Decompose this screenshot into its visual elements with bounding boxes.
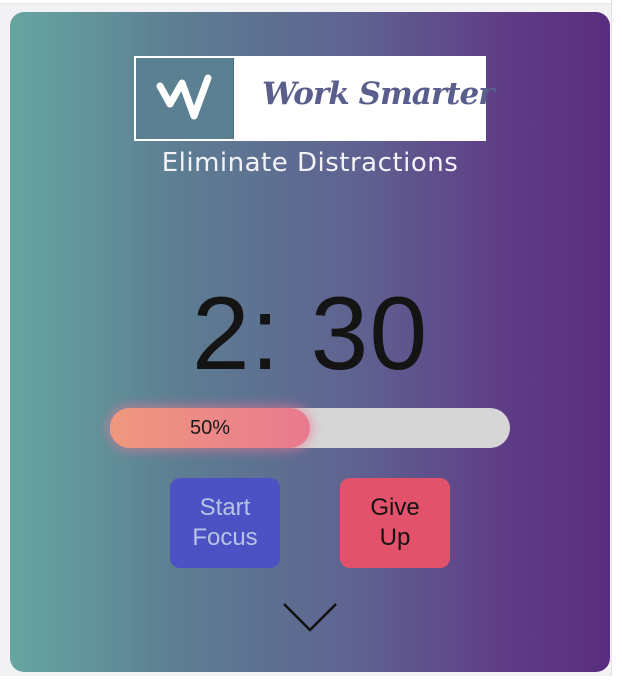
window-right-edge — [611, 0, 622, 682]
give-up-button[interactable]: Give Up — [340, 478, 450, 568]
window-top-edge — [0, 0, 622, 4]
progress-bar: 50% — [110, 408, 510, 448]
progress-label: 50% — [189, 417, 231, 439]
w-logo-icon — [136, 58, 234, 139]
brand-name: Work Smarter — [262, 76, 495, 112]
start-focus-button[interactable]: Start Focus — [170, 478, 280, 568]
window-bottom-edge — [0, 676, 622, 682]
focus-timer-card: Work Smarter Eliminate Distractions 2: 3… — [10, 12, 610, 672]
brand-logo: Work Smarter — [134, 56, 495, 141]
countdown-timer: 2: 30 — [191, 276, 429, 392]
tagline: Eliminate Distractions — [161, 148, 459, 178]
chevron-down-icon[interactable] — [282, 602, 338, 639]
